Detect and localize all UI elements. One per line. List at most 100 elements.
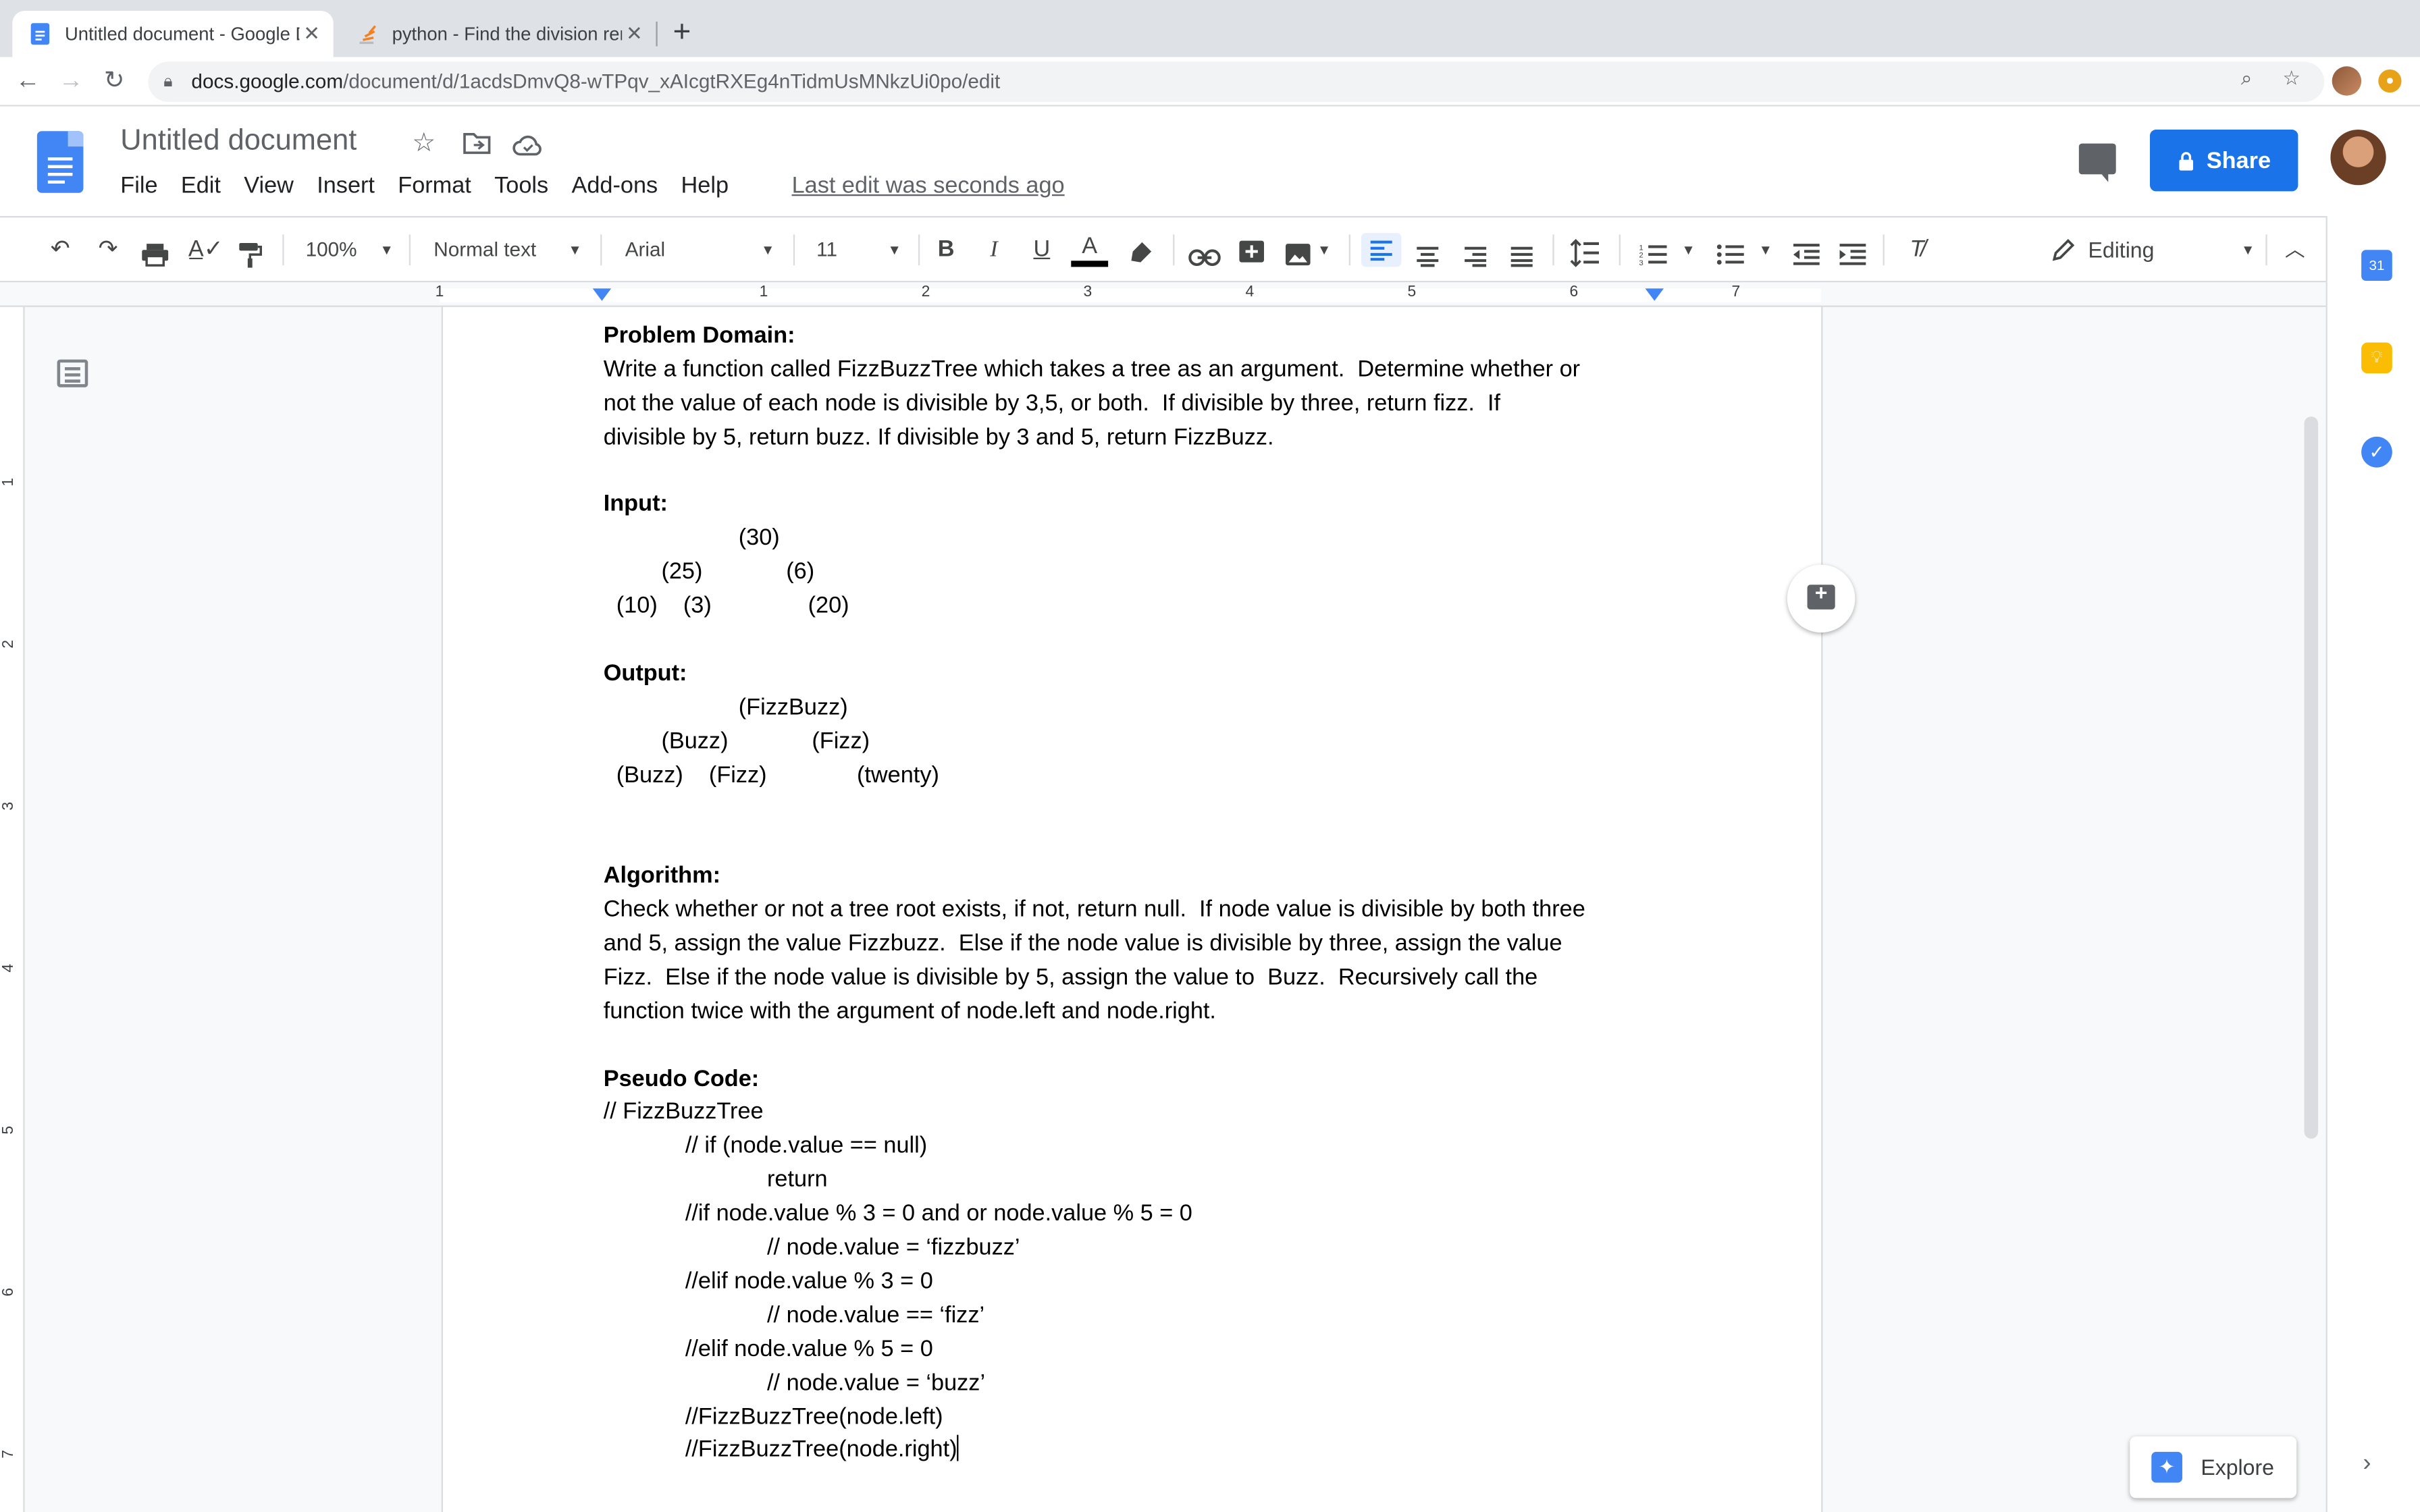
align-left-icon[interactable] xyxy=(1361,233,1402,267)
new-tab-button[interactable]: + xyxy=(673,16,691,49)
browser-toolbar: ← → ↻ 🔒︎ docs.google.com/document/d/1acd… xyxy=(0,57,2420,107)
section-heading: Input: xyxy=(603,491,668,518)
add-comment-floating-button[interactable] xyxy=(1787,564,1856,633)
spellcheck-icon[interactable]: A̲✓ xyxy=(188,233,223,267)
decrease-indent-icon[interactable] xyxy=(1792,238,1820,271)
horizontal-ruler[interactable]: 1 1 2 3 4 5 6 7 xyxy=(0,282,2326,307)
ruler-label: 3 xyxy=(0,801,18,811)
add-comment-icon[interactable] xyxy=(1238,236,1265,270)
left-indent-marker[interactable] xyxy=(592,288,612,301)
hide-menus-chevron-up-icon[interactable]: ︿ xyxy=(2281,233,2309,267)
section-heading: Output: xyxy=(603,660,687,686)
tab-google-docs[interactable]: Untitled document - Google Do ✕ xyxy=(12,10,334,57)
menu-tools[interactable]: Tools xyxy=(494,173,548,199)
underline-icon[interactable]: U xyxy=(1026,233,1057,267)
chevron-down-icon: ▼ xyxy=(2241,242,2255,258)
tab-stackoverflow[interactable]: python - Find the division rema ✕ xyxy=(340,11,656,57)
document-line: divisible by 5, return buzz. If divisibl… xyxy=(603,423,1274,450)
document-page[interactable]: Problem Domain: Write a function called F… xyxy=(442,306,1822,1512)
explore-button[interactable]: ✦ Explore xyxy=(2130,1436,2297,1498)
document-line: function twice with the argument of node… xyxy=(603,998,1216,1025)
chevron-down-icon[interactable]: ▼ xyxy=(1317,233,1332,267)
undo-icon[interactable]: ↶ xyxy=(45,233,76,267)
insert-link-icon[interactable] xyxy=(1188,241,1221,275)
bold-icon[interactable]: B xyxy=(930,233,962,267)
menu-add-ons[interactable]: Add-ons xyxy=(571,173,658,199)
text-cursor xyxy=(957,1435,959,1462)
google-docs-icon xyxy=(30,23,50,45)
numbered-list-icon[interactable]: 123 xyxy=(1639,238,1667,271)
document-line: //if node.value % 3 = 0 and or node.valu… xyxy=(685,1200,1192,1227)
google-docs-logo-icon[interactable] xyxy=(36,131,84,193)
print-icon[interactable] xyxy=(140,238,169,271)
close-tab-icon[interactable]: ✕ xyxy=(299,22,324,47)
right-indent-marker[interactable] xyxy=(1645,288,1664,301)
paint-format-icon[interactable] xyxy=(238,238,263,271)
document-line: // node.value = ‘fizzbuzz’ xyxy=(766,1234,1020,1261)
chevron-down-icon[interactable]: ▼ xyxy=(1756,233,1774,267)
address-bar[interactable]: 🔒︎ docs.google.com/document/d/1acdsDmvQ8… xyxy=(148,61,2325,102)
ruler-label: 5 xyxy=(0,1125,18,1135)
chevron-down-icon: ▼ xyxy=(887,242,901,258)
align-justify-icon[interactable] xyxy=(1509,239,1534,273)
menu-edit[interactable]: Edit xyxy=(181,173,221,199)
comment-history-icon[interactable] xyxy=(2078,143,2116,182)
svg-text:1: 1 xyxy=(1639,244,1643,252)
text-color-icon[interactable]: A xyxy=(1071,233,1109,267)
calendar-icon[interactable]: 31 xyxy=(2361,250,2392,281)
show-side-panel-chevron-icon[interactable]: › xyxy=(2363,1451,2371,1478)
menu-format[interactable]: Format xyxy=(398,173,471,199)
zoom-icon[interactable]: ⌕ xyxy=(2241,66,2253,91)
star-icon[interactable]: ☆ xyxy=(412,128,436,159)
insert-image-icon[interactable] xyxy=(1284,238,1312,271)
menu-insert[interactable]: Insert xyxy=(317,173,375,199)
back-arrow-icon[interactable]: ← xyxy=(9,63,47,101)
document-title[interactable]: Untitled document xyxy=(120,125,357,159)
document-outline-icon[interactable] xyxy=(57,359,88,387)
ruler-label: 2 xyxy=(921,284,930,301)
increase-indent-icon[interactable] xyxy=(1838,238,1866,271)
highlight-color-icon[interactable] xyxy=(1128,236,1153,270)
browser-profile-avatar[interactable] xyxy=(2332,66,2362,96)
cloud-saved-icon[interactable] xyxy=(512,134,544,156)
close-tab-icon[interactable]: ✕ xyxy=(622,22,647,47)
redo-icon[interactable]: ↷ xyxy=(93,233,124,267)
clear-formatting-icon[interactable]: T̸ xyxy=(1900,233,1934,267)
bookmark-star-icon[interactable]: ☆ xyxy=(2283,66,2301,91)
align-center-icon[interactable] xyxy=(1415,239,1440,273)
share-button[interactable]: Share xyxy=(2149,129,2298,192)
vertical-scrollbar[interactable] xyxy=(2304,416,2319,1139)
menu-help[interactable]: Help xyxy=(681,173,729,199)
italic-icon[interactable]: I xyxy=(978,233,1009,267)
keep-icon[interactable]: 💡︎ xyxy=(2361,342,2392,374)
docs-header: Untitled document ☆ File Edit View Inser… xyxy=(0,106,2420,216)
zoom-select[interactable]: 100% ▼ xyxy=(306,233,394,267)
tasks-icon[interactable]: ✓ xyxy=(2361,436,2392,468)
ruler-label: 6 xyxy=(1569,284,1579,301)
font-size-select[interactable]: 11 ▼ xyxy=(816,233,901,267)
document-line: (Buzz) (Fizz) (twenty) xyxy=(603,761,939,788)
menu-bar: File Edit View Insert Format Tools Add-o… xyxy=(120,173,752,199)
move-to-folder-icon[interactable] xyxy=(463,133,491,155)
chevron-down-icon[interactable]: ▼ xyxy=(1679,233,1698,267)
document-body[interactable]: Problem Domain: Write a function called F… xyxy=(604,319,1668,1467)
reload-icon[interactable]: ↻ xyxy=(96,63,133,101)
font-family-select[interactable]: Arial ▼ xyxy=(625,233,775,267)
account-avatar[interactable] xyxy=(2330,129,2386,186)
align-right-icon[interactable] xyxy=(1463,239,1488,273)
forward-arrow-icon[interactable]: → xyxy=(53,63,90,101)
bulleted-list-icon[interactable] xyxy=(1716,238,1744,271)
line-spacing-icon[interactable] xyxy=(1570,236,1601,270)
menu-file[interactable]: File xyxy=(120,173,157,199)
paragraph-style-select[interactable]: Normal text ▼ xyxy=(433,233,581,267)
last-edit-link[interactable]: Last edit was seconds ago xyxy=(792,173,1065,199)
extension-icon[interactable]: ● xyxy=(2378,69,2402,93)
ruler-label: 3 xyxy=(1083,284,1093,301)
document-line: //FizzBuzzTree(node.left) xyxy=(685,1403,943,1430)
browser-tab-strip: Untitled document - Google Do ✕ python -… xyxy=(0,0,2420,57)
menu-view[interactable]: View xyxy=(244,173,294,199)
editing-mode-select[interactable]: Editing ▼ xyxy=(2051,233,2255,267)
section-heading: Problem Domain: xyxy=(603,322,795,349)
